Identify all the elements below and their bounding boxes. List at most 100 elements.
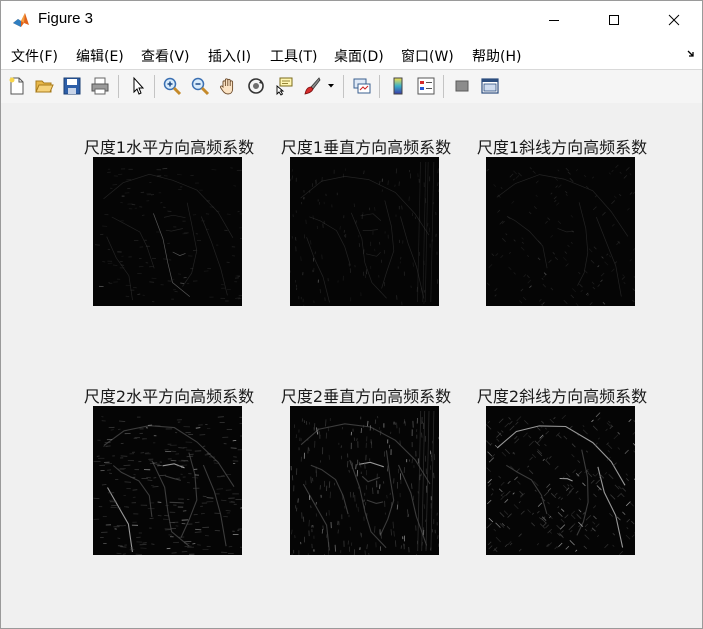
detail-stroke (537, 502, 543, 507)
subplot-image[interactable] (93, 406, 242, 555)
detail-stroke (499, 512, 505, 518)
detail-stroke (152, 486, 159, 488)
detail-stroke (339, 226, 341, 230)
detail-stroke (553, 417, 556, 420)
detail-stroke (527, 279, 532, 284)
detail-stroke (626, 518, 631, 523)
detail-stroke (604, 543, 609, 549)
detail-stroke (496, 432, 502, 438)
detail-stroke (557, 506, 560, 509)
menu-file[interactable]: 文件(F) (11, 46, 58, 66)
detail-stroke (532, 170, 536, 174)
subplot-image[interactable] (290, 157, 439, 306)
detail-stroke (582, 425, 585, 428)
menu-insert[interactable]: 插入(I) (208, 46, 251, 66)
detail-stroke (515, 468, 520, 473)
detail-stroke (557, 169, 560, 172)
hide-plot-tools-button[interactable] (451, 75, 473, 97)
open-file-button[interactable] (33, 75, 55, 97)
show-plot-tools-button[interactable] (479, 75, 501, 97)
pan-button[interactable] (217, 75, 239, 97)
detail-stroke (576, 514, 582, 520)
detail-stroke (619, 171, 622, 174)
subplot-image[interactable] (93, 157, 242, 306)
detail-stroke (612, 544, 615, 547)
dock-arrow-icon[interactable] (686, 49, 696, 59)
detail-stroke (542, 522, 547, 527)
detail-stroke (508, 417, 511, 420)
detail-stroke (500, 481, 505, 486)
detail-stroke (586, 292, 589, 296)
detail-stroke (539, 434, 544, 439)
brush-dropdown-button[interactable] (325, 75, 337, 97)
menu-view[interactable]: 查看(V) (141, 46, 190, 66)
detail-stroke (308, 448, 310, 452)
detail-stroke (585, 515, 592, 521)
detail-stroke (632, 247, 635, 251)
detail-stroke (563, 435, 568, 440)
subplot-image[interactable] (486, 157, 635, 306)
legend-button[interactable] (415, 75, 437, 97)
detail-stroke (197, 544, 201, 546)
detail-stroke (238, 294, 242, 297)
colorbar-button[interactable] (387, 75, 409, 97)
detail-stroke (563, 257, 567, 261)
zoom-out-button[interactable] (189, 75, 211, 97)
detail-stroke (125, 506, 129, 508)
subplot-image[interactable] (290, 406, 439, 555)
edge-stroke (557, 228, 575, 233)
maximize-button[interactable] (591, 1, 637, 39)
minimize-button[interactable] (531, 1, 577, 39)
detail-stroke (291, 169, 294, 172)
detail-stroke (625, 501, 631, 507)
detail-stroke (544, 443, 547, 447)
detail-stroke (548, 456, 552, 459)
link-plot-button[interactable] (351, 75, 373, 97)
print-button[interactable] (89, 75, 111, 97)
brush-button[interactable] (301, 75, 323, 97)
rotate-3d-button[interactable] (245, 75, 267, 97)
title-bar[interactable]: Figure 3 (1, 1, 702, 39)
detail-stroke (556, 524, 561, 529)
detail-stroke (563, 485, 567, 489)
detail-stroke (496, 438, 500, 442)
menu-window[interactable]: 窗口(W) (401, 46, 454, 66)
subplot-title: 尺度1水平方向高频系数 (83, 138, 255, 157)
detail-stroke (518, 548, 522, 552)
detail-stroke (490, 493, 494, 496)
detail-stroke (533, 206, 537, 210)
new-figure-button[interactable] (6, 75, 28, 97)
detail-stroke (569, 484, 573, 488)
detail-stroke (486, 424, 492, 430)
detail-stroke (547, 217, 551, 221)
menu-edit[interactable]: 编辑(E) (76, 46, 124, 66)
edit-plot-button[interactable] (127, 75, 149, 97)
detail-stroke (577, 460, 581, 463)
menu-help[interactable]: 帮助(H) (472, 46, 521, 66)
detail-stroke (605, 428, 608, 432)
detail-stroke (514, 438, 520, 444)
detail-stroke (149, 517, 154, 519)
detail-stroke (364, 502, 367, 506)
detail-stroke (597, 437, 600, 440)
data-cursor-button[interactable] (273, 75, 295, 97)
close-button[interactable] (651, 1, 697, 39)
detail-stroke (313, 423, 316, 430)
zoom-in-button[interactable] (161, 75, 183, 97)
detail-stroke (528, 440, 534, 446)
pan-hand-icon (220, 78, 234, 95)
detail-stroke (632, 288, 635, 292)
detail-stroke (488, 264, 493, 268)
detail-stroke (514, 476, 518, 481)
detail-stroke (587, 294, 590, 297)
detail-stroke (420, 287, 422, 293)
toolbar-separator (443, 75, 444, 98)
menu-desktop[interactable]: 桌面(D) (334, 46, 384, 66)
subplot-image[interactable] (486, 406, 635, 555)
detail-stroke (146, 477, 152, 479)
detail-stroke (521, 237, 524, 240)
save-button[interactable] (61, 75, 83, 97)
menu-tools[interactable]: 工具(T) (270, 46, 317, 66)
detail-stroke (595, 523, 600, 528)
detail-stroke (572, 288, 576, 293)
